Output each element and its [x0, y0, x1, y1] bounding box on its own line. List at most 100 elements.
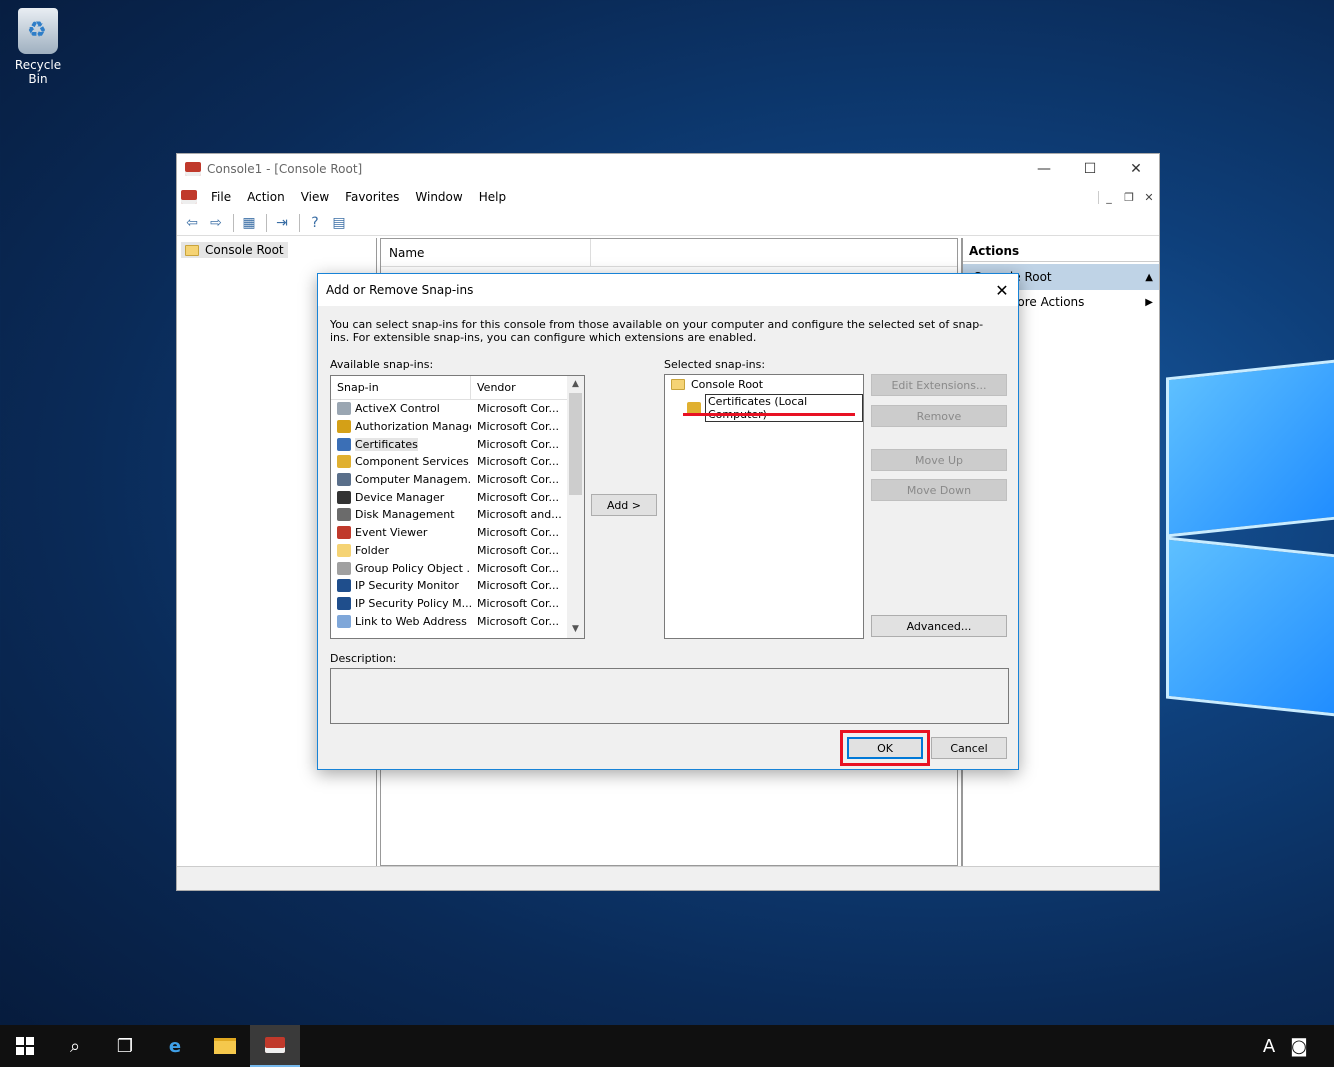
- snapin-name: Link to Web Address: [355, 614, 467, 628]
- snapin-icon: [337, 437, 351, 451]
- show-hide-tree-icon[interactable]: ▦: [238, 213, 260, 233]
- snapin-name: Component Services: [355, 455, 469, 469]
- snapin-row[interactable]: Device Manager Microsoft Cor...: [331, 488, 584, 506]
- edit-extensions-button[interactable]: Edit Extensions...: [871, 374, 1007, 396]
- tree-node-console-root[interactable]: Console Root: [181, 242, 288, 258]
- maximize-button[interactable]: ☐: [1067, 161, 1113, 177]
- dialog-close-button[interactable]: ✕: [986, 281, 1018, 300]
- export-list-icon[interactable]: ⇥: [271, 213, 293, 233]
- selected-snapins-tree[interactable]: Console Root Certificates (Local Compute…: [664, 374, 864, 639]
- snapin-vendor: Microsoft Cor...: [477, 420, 559, 434]
- description-box: [330, 668, 1009, 724]
- ime-mode-icon[interactable]: ◙: [1284, 1036, 1314, 1057]
- minimize-button[interactable]: —: [1021, 161, 1067, 177]
- available-snapins-label: Available snap-ins:: [330, 358, 434, 371]
- task-view-icon[interactable]: ❐: [100, 1025, 150, 1067]
- snapin-icon: [337, 579, 351, 593]
- list-scrollbar[interactable]: ▲ ▼: [567, 376, 584, 638]
- mmc-app-icon: [185, 162, 201, 176]
- selected-node-console-root[interactable]: Console Root: [671, 378, 863, 391]
- snapin-name: Folder: [355, 543, 389, 557]
- snapin-name: Event Viewer: [355, 526, 428, 540]
- advanced-button[interactable]: Advanced...: [871, 615, 1007, 637]
- snapin-vendor: Microsoft Cor...: [477, 490, 559, 504]
- windows-logo-wallpaper: [1166, 350, 1334, 730]
- snapin-icon: [337, 543, 351, 557]
- snapin-row[interactable]: Group Policy Object ... Microsoft Cor...: [331, 559, 584, 577]
- mdi-minimize-icon[interactable]: _: [1099, 191, 1119, 204]
- menu-view[interactable]: View: [293, 190, 337, 204]
- move-up-button[interactable]: Move Up: [871, 449, 1007, 471]
- available-snapins-list[interactable]: Snap-in Vendor ActiveX Control Microsoft …: [330, 375, 585, 639]
- mdi-close-icon[interactable]: ✕: [1139, 191, 1159, 204]
- menu-window[interactable]: Window: [407, 190, 470, 204]
- folder-icon: [185, 244, 199, 256]
- collapse-up-icon: ▲: [1145, 271, 1153, 283]
- snapin-row[interactable]: Disk Management Microsoft and...: [331, 506, 584, 524]
- cancel-button[interactable]: Cancel: [931, 737, 1007, 759]
- scroll-thumb[interactable]: [569, 393, 582, 495]
- snapin-icon: [337, 508, 351, 522]
- snapin-row[interactable]: Computer Managem... Microsoft Cor...: [331, 471, 584, 489]
- snapin-vendor: Microsoft Cor...: [477, 561, 559, 575]
- snapin-icon: [337, 596, 351, 610]
- menu-file[interactable]: File: [203, 190, 239, 204]
- snapin-row[interactable]: Event Viewer Microsoft Cor...: [331, 524, 584, 542]
- snapin-vendor: Microsoft Cor...: [477, 579, 559, 593]
- snapin-row[interactable]: Folder Microsoft Cor...: [331, 542, 584, 560]
- close-button[interactable]: ✕: [1113, 161, 1159, 177]
- snapin-name: Authorization Manager: [355, 420, 471, 434]
- move-down-button[interactable]: Move Down: [871, 479, 1007, 501]
- snapin-name: IP Security Monitor: [355, 579, 459, 593]
- recycle-bin-glyph: [18, 8, 58, 54]
- snapin-icon: [337, 420, 351, 434]
- internet-explorer-icon[interactable]: e: [150, 1025, 200, 1067]
- taskbar-mmc-icon[interactable]: [250, 1025, 300, 1067]
- start-button[interactable]: [0, 1025, 50, 1067]
- column-header-snapin[interactable]: Snap-in: [331, 376, 471, 399]
- snapin-row[interactable]: IP Security Monitor Microsoft Cor...: [331, 577, 584, 595]
- snapin-row[interactable]: Link to Web Address Microsoft Cor...: [331, 612, 584, 630]
- forward-arrow-icon[interactable]: ⇨: [205, 213, 227, 233]
- snapin-row[interactable]: Component Services Microsoft Cor...: [331, 453, 584, 471]
- add-button[interactable]: Add >: [591, 494, 657, 516]
- search-icon[interactable]: ⌕: [50, 1025, 100, 1067]
- help-icon[interactable]: ?: [304, 213, 326, 233]
- selected-node-certificates[interactable]: Certificates (Local Computer): [687, 394, 863, 422]
- menu-action[interactable]: Action: [239, 190, 293, 204]
- mmc-menu-icon[interactable]: [181, 190, 197, 204]
- mmc-title: Console1 - [Console Root]: [207, 162, 363, 176]
- snapin-name: Group Policy Object ...: [355, 561, 471, 575]
- selected-snapins-label: Selected snap-ins:: [664, 358, 766, 371]
- snapin-vendor: Microsoft Cor...: [477, 402, 559, 416]
- snapin-row[interactable]: IP Security Policy M... Microsoft Cor...: [331, 595, 584, 613]
- scroll-up-icon[interactable]: ▲: [567, 376, 584, 393]
- mdi-restore-icon[interactable]: ❐: [1119, 191, 1139, 204]
- dialog-intro-text: You can select snap-ins for this console…: [330, 318, 984, 344]
- snapin-vendor: Microsoft Cor...: [477, 543, 559, 557]
- ime-indicator[interactable]: A: [1254, 1036, 1284, 1057]
- scroll-down-icon[interactable]: ▼: [567, 621, 584, 638]
- snapin-row[interactable]: ActiveX Control Microsoft Cor...: [331, 400, 584, 418]
- snapin-vendor: Microsoft Cor...: [477, 526, 559, 540]
- file-explorer-icon[interactable]: [200, 1025, 250, 1067]
- snapin-icon: [337, 455, 351, 469]
- snapin-vendor: Microsoft Cor...: [477, 473, 559, 487]
- menu-help[interactable]: Help: [471, 190, 514, 204]
- windows-start-icon: [16, 1037, 34, 1055]
- snapin-name: Disk Management: [355, 508, 455, 522]
- snapin-row[interactable]: Certificates Microsoft Cor...: [331, 435, 584, 453]
- menu-favorites[interactable]: Favorites: [337, 190, 407, 204]
- back-arrow-icon[interactable]: ⇦: [181, 213, 203, 233]
- snapin-vendor: Microsoft and...: [477, 508, 562, 522]
- column-header-name[interactable]: Name: [381, 239, 591, 266]
- snapin-row[interactable]: Authorization Manager Microsoft Cor...: [331, 418, 584, 436]
- ok-button[interactable]: OK: [847, 737, 923, 759]
- snapin-vendor: Microsoft Cor...: [477, 437, 559, 451]
- recycle-bin-icon[interactable]: Recycle Bin: [4, 8, 72, 86]
- show-hide-action-pane-icon[interactable]: ▤: [328, 213, 350, 233]
- dialog-titlebar: Add or Remove Snap-ins ✕: [318, 274, 1018, 306]
- remove-button[interactable]: Remove: [871, 405, 1007, 427]
- column-header-vendor[interactable]: Vendor: [471, 376, 567, 399]
- menubar: File Action View Favorites Window Help _…: [177, 184, 1159, 210]
